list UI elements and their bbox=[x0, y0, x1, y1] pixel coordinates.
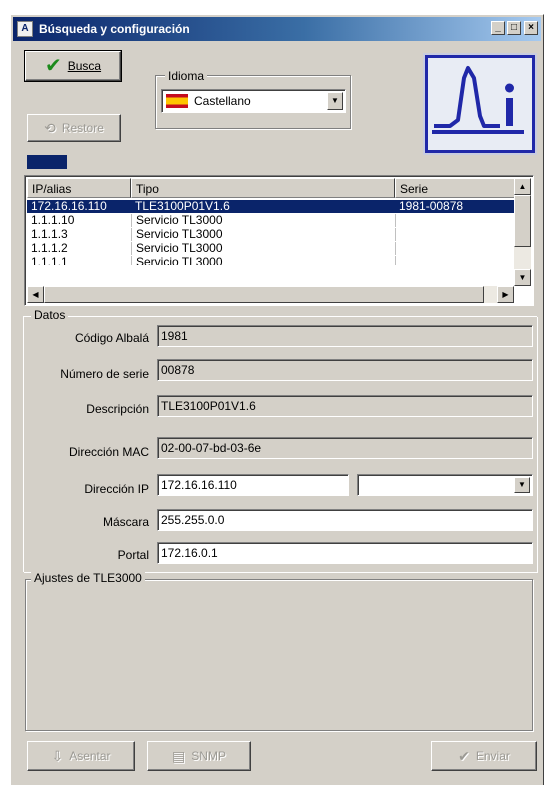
maximize-button[interactable]: □ bbox=[507, 21, 521, 35]
table-row[interactable]: 172.16.16.110 TLE3100P01V1.6 1981-00878 bbox=[27, 200, 515, 213]
scroll-left-icon[interactable]: ◀ bbox=[27, 286, 44, 303]
ip-field[interactable]: 172.16.16.110 bbox=[157, 474, 349, 496]
horizontal-scroll-thumb[interactable] bbox=[44, 286, 484, 303]
close-button[interactable]: × bbox=[524, 21, 538, 35]
cell-serial: 1981-00878 bbox=[399, 200, 464, 213]
check-icon: ✔ bbox=[44, 55, 62, 77]
snmp-icon: ▤ bbox=[172, 747, 186, 764]
table-row[interactable]: 1.1.1.1 Servicio TL3000 bbox=[27, 256, 515, 265]
asentar-icon: ⇩ bbox=[51, 747, 64, 764]
chevron-down-icon[interactable]: ▼ bbox=[327, 92, 343, 110]
table-row[interactable]: 1.1.1.2 Servicio TL3000 bbox=[27, 242, 515, 255]
cell-type: Servicio TL3000 bbox=[131, 228, 395, 241]
column-header-serial[interactable]: Serie bbox=[395, 178, 515, 198]
table-row[interactable]: 1.1.1.10 Servicio TL3000 bbox=[27, 214, 515, 227]
device-list-header: IP/alias Tipo Serie bbox=[27, 178, 515, 198]
minimize-button[interactable]: _ bbox=[491, 21, 505, 35]
descripcion-field: TLE3100P01V1.6 bbox=[157, 395, 533, 417]
cell-ip: 1.1.1.3 bbox=[31, 228, 68, 241]
mac-label: Dirección MAC bbox=[68, 445, 149, 459]
ip-select[interactable]: ▼ bbox=[357, 474, 533, 496]
asentar-button-label: Asentar bbox=[69, 749, 111, 763]
search-config-window: A Búsqueda y configuración _ □ × ✔ Busca… bbox=[10, 14, 544, 785]
codigo-field: 1981 bbox=[157, 325, 533, 347]
search-button-label: Busca bbox=[67, 59, 102, 73]
column-header-ip[interactable]: IP/alias bbox=[27, 178, 131, 198]
serie-field: 00878 bbox=[157, 359, 533, 381]
cell-ip: 172.16.16.110 bbox=[31, 200, 107, 213]
codigo-label: Código Albalá bbox=[74, 331, 149, 345]
language-select[interactable]: Castellano ▼ bbox=[161, 89, 346, 113]
scroll-down-icon[interactable]: ▼ bbox=[514, 269, 531, 286]
app-icon: A bbox=[17, 21, 33, 37]
logo-waveform-icon bbox=[432, 66, 524, 134]
ajustes-group bbox=[25, 579, 533, 731]
search-button[interactable]: ✔ Busca bbox=[24, 50, 122, 82]
descripcion-label: Descripción bbox=[86, 402, 149, 416]
cell-type: TLE3100P01V1.6 bbox=[135, 200, 230, 213]
title-bar[interactable]: A Búsqueda y configuración _ □ × bbox=[13, 17, 541, 41]
device-list[interactable]: IP/alias Tipo Serie 172.16.16.110 TLE310… bbox=[24, 175, 534, 306]
asentar-button[interactable]: ⇩ Asentar bbox=[27, 741, 135, 771]
snmp-button[interactable]: ▤ SNMP bbox=[147, 741, 251, 771]
snmp-button-label: SNMP bbox=[191, 749, 226, 763]
table-row[interactable]: 1.1.1.3 Servicio TL3000 bbox=[27, 228, 515, 241]
spain-flag-icon bbox=[166, 94, 188, 108]
restore-button-label: Restore bbox=[61, 121, 104, 135]
portal-label: Portal bbox=[117, 548, 149, 562]
restore-button[interactable]: ⟲ Restore bbox=[27, 114, 121, 142]
mascara-field[interactable]: 255.255.0.0 bbox=[157, 509, 533, 531]
cell-serial bbox=[395, 214, 515, 227]
scroll-right-icon[interactable]: ▶ bbox=[497, 286, 514, 303]
cell-serial bbox=[395, 256, 515, 265]
ajustes-group-label: Ajustes de TLE3000 bbox=[31, 571, 145, 585]
app-logo bbox=[425, 55, 535, 153]
ip-label: Dirección IP bbox=[84, 482, 149, 496]
language-group-label: Idioma bbox=[165, 69, 208, 83]
cell-type: Servicio TL3000 bbox=[131, 256, 395, 265]
mascara-label: Máscara bbox=[102, 515, 149, 529]
language-select-value: Castellano bbox=[194, 94, 251, 108]
chevron-down-icon[interactable]: ▼ bbox=[514, 477, 530, 493]
vertical-scroll-thumb[interactable] bbox=[514, 195, 531, 247]
cell-ip: 1.1.1.10 bbox=[31, 214, 75, 227]
portal-field[interactable]: 172.16.0.1 bbox=[157, 542, 533, 564]
mac-field: 02-00-07-bd-03-6e bbox=[157, 437, 533, 459]
enviar-button[interactable]: ✔ Enviar bbox=[431, 741, 537, 771]
cell-serial bbox=[395, 242, 515, 255]
progress-bar bbox=[27, 155, 67, 169]
cell-type: Servicio TL3000 bbox=[131, 242, 395, 255]
serie-label: Número de serie bbox=[60, 367, 149, 381]
column-header-type[interactable]: Tipo bbox=[131, 178, 395, 198]
cell-type: Servicio TL3000 bbox=[131, 214, 395, 227]
enviar-button-label: Enviar bbox=[475, 749, 510, 763]
cell-ip: 1.1.1.1 bbox=[31, 256, 68, 265]
cell-serial bbox=[395, 228, 515, 241]
horizontal-scrollbar[interactable]: ◀ ▶ bbox=[27, 286, 514, 303]
cell-ip: 1.1.1.2 bbox=[31, 242, 68, 255]
window-title: Búsqueda y configuración bbox=[39, 22, 190, 36]
scroll-up-icon[interactable]: ▲ bbox=[514, 178, 531, 195]
enviar-check-icon: ✔ bbox=[458, 747, 470, 764]
vertical-scrollbar[interactable]: ▲ ▼ bbox=[514, 178, 531, 286]
datos-group-label: Datos bbox=[31, 308, 69, 322]
restore-icon: ⟲ bbox=[44, 119, 56, 136]
